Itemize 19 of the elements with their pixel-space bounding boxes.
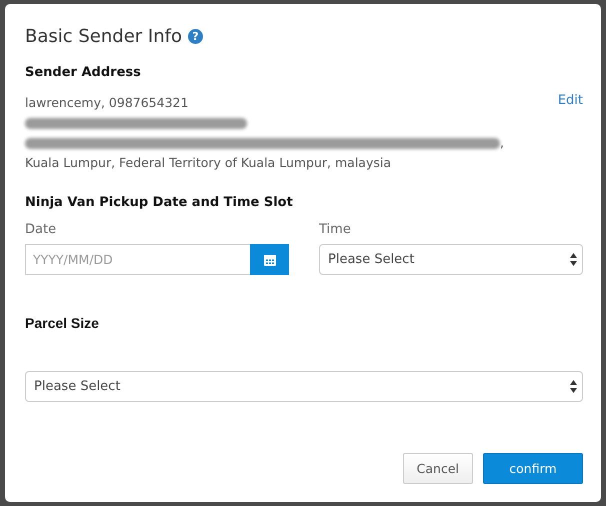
address-line: , xyxy=(500,134,504,152)
section-heading: Sender Address xyxy=(25,65,142,80)
section-heading: Parcel Size xyxy=(25,315,100,331)
address-line: lawrencemy, 0987654321 xyxy=(25,94,190,112)
edit-link[interactable]: Edit xyxy=(558,93,583,173)
time-label: Time xyxy=(319,222,352,237)
sort-arrows-icon xyxy=(570,253,577,266)
dialog-title: Basic Sender Info xyxy=(25,26,182,47)
cancel-button[interactable]: Cancel xyxy=(402,453,473,484)
section-heading: Ninja Van Pickup Date and Time Slot xyxy=(25,195,294,210)
date-label: Date xyxy=(25,222,58,237)
calendar-button[interactable] xyxy=(250,244,289,275)
time-select[interactable]: Please Select xyxy=(319,244,583,275)
sort-arrows-icon xyxy=(570,380,577,393)
help-icon[interactable]: ? xyxy=(188,29,203,44)
confirm-button[interactable]: confirm xyxy=(483,453,583,484)
address-line: Kuala Lumpur, Federal Territory of Kuala Lumpur, malaysia xyxy=(25,154,392,172)
date-field[interactable]: YYYY/MM/DD xyxy=(25,244,250,275)
parcel-size-select[interactable]: Please Select xyxy=(25,371,583,402)
